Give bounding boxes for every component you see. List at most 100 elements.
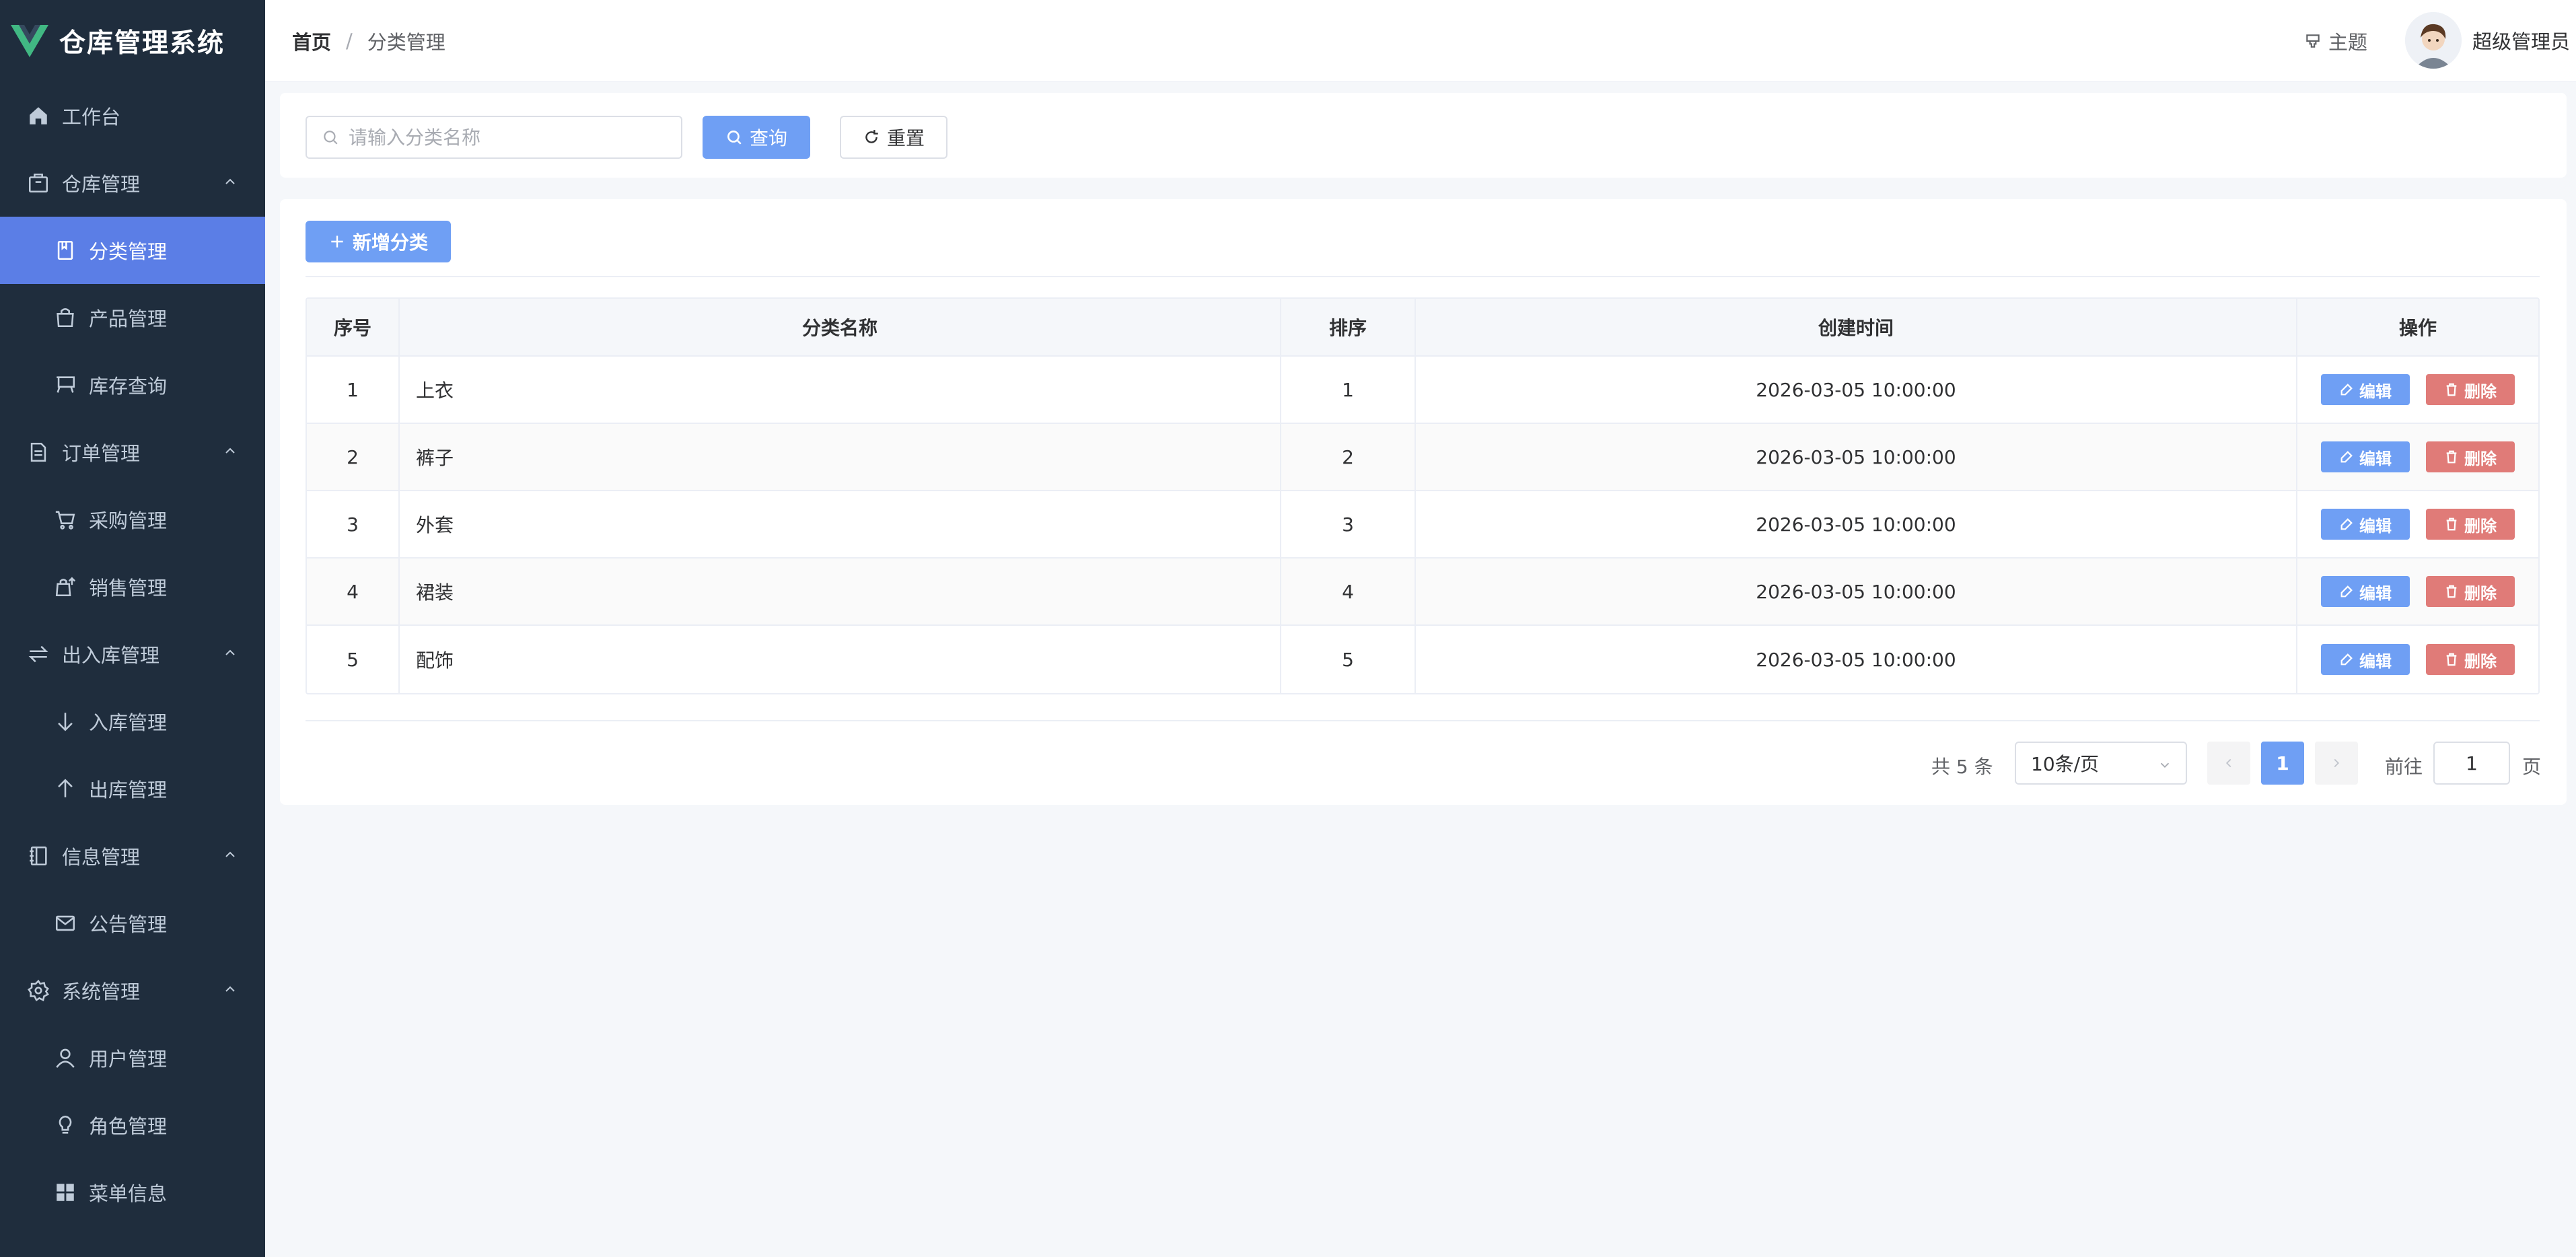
sidebar-item-label: 角色管理 (89, 1115, 168, 1138)
notebook-icon (27, 845, 50, 867)
table-row: 2 裤子 2 2026-03-05 10:00:00 编辑 删除 (307, 424, 2538, 491)
trash-icon (2446, 450, 2457, 464)
table-row: 1 上衣 1 2026-03-05 10:00:00 编辑 删除 (307, 357, 2538, 424)
top-header: 首页 / 分类管理 主题 超级管理员 (265, 0, 2576, 82)
shopping-cart-icon (54, 508, 77, 531)
delete-button[interactable]: 删除 (2426, 576, 2515, 607)
delete-label: 删除 (2464, 651, 2497, 671)
trash-icon (2446, 517, 2457, 531)
sidebar-item-label: 工作台 (62, 106, 121, 129)
document-icon (27, 441, 50, 464)
cell-created-time: 2026-03-05 10:00:00 (1416, 424, 2297, 490)
cell-actions: 编辑 删除 (2297, 626, 2538, 693)
sidebar-item-notice[interactable]: 公告管理 (0, 890, 265, 957)
bulb-icon (54, 1114, 77, 1137)
edit-icon (2340, 518, 2353, 530)
edit-button[interactable]: 编辑 (2321, 644, 2410, 675)
chevron-up-icon (225, 986, 235, 992)
sidebar-item-user[interactable]: 用户管理 (0, 1024, 265, 1091)
delete-button[interactable]: 删除 (2426, 644, 2515, 675)
sidebar-item-purchase[interactable]: 采购管理 (0, 486, 265, 553)
user-icon (54, 1046, 77, 1069)
edit-button[interactable]: 编辑 (2321, 441, 2410, 472)
cell-index: 2 (307, 424, 400, 490)
goto-page-input[interactable] (2433, 742, 2510, 785)
query-button[interactable]: 查询 (703, 116, 810, 159)
sidebar-group-info[interactable]: 信息管理 (0, 822, 265, 890)
sidebar-group-system[interactable]: 系统管理 (0, 957, 265, 1024)
add-category-button[interactable]: 新增分类 (306, 221, 451, 262)
cell-name: 配饰 (400, 626, 1281, 693)
chevron-up-icon (225, 447, 235, 454)
sidebar-group-order[interactable]: 订单管理 (0, 419, 265, 486)
theme-button[interactable]: 主题 (2304, 27, 2367, 55)
column-header: 创建时间 (1416, 299, 2297, 355)
cell-name: 上衣 (400, 357, 1281, 423)
cell-sort: 4 (1281, 559, 1416, 624)
trash-icon (2446, 383, 2457, 396)
edit-label: 编辑 (2359, 651, 2392, 671)
sidebar-item-sales[interactable]: 销售管理 (0, 553, 265, 620)
next-page-button[interactable] (2315, 742, 2358, 785)
sidebar-item-category[interactable]: 分类管理 (0, 217, 265, 284)
cell-sort: 5 (1281, 626, 1416, 693)
cell-index: 4 (307, 559, 400, 624)
sidebar-item-label: 菜单信息 (89, 1182, 168, 1205)
sidebar-item-label: 公告管理 (89, 913, 168, 936)
goto-unit-label: 页 (2522, 756, 2542, 778)
edit-icon (2340, 653, 2353, 666)
search-input[interactable] (349, 126, 672, 149)
sidebar-item-dashboard[interactable]: 工作台 (0, 82, 265, 149)
category-table: 序号 分类名称 排序 创建时间 操作 1 上衣 1 2026-03-05 10:… (306, 297, 2540, 694)
cell-name: 外套 (400, 491, 1281, 557)
plus-icon (331, 236, 343, 248)
table-row: 4 裙装 4 2026-03-05 10:00:00 编辑 删除 (307, 559, 2538, 626)
delete-label: 删除 (2464, 516, 2497, 536)
cell-created-time: 2026-03-05 10:00:00 (1416, 559, 2297, 624)
delete-label: 删除 (2464, 583, 2497, 603)
cell-created-time: 2026-03-05 10:00:00 (1416, 357, 2297, 423)
menu-grid-icon (54, 1181, 77, 1204)
edit-icon (2340, 384, 2353, 396)
sidebar-group-stock-io[interactable]: 出入库管理 (0, 620, 265, 688)
cell-actions: 编辑 删除 (2297, 559, 2538, 624)
page-number-button[interactable]: 1 (2261, 742, 2304, 785)
sidebar-item-inbound[interactable]: 入库管理 (0, 688, 265, 755)
sidebar-item-product[interactable]: 产品管理 (0, 284, 265, 351)
delete-button[interactable]: 删除 (2426, 509, 2515, 540)
delete-button[interactable]: 删除 (2426, 374, 2515, 405)
cell-actions: 编辑 删除 (2297, 357, 2538, 423)
divider (306, 276, 2540, 277)
edit-button[interactable]: 编辑 (2321, 509, 2410, 540)
sidebar-item-menu[interactable]: 菜单信息 (0, 1159, 265, 1226)
breadcrumb: 首页 / 分类管理 (292, 27, 445, 55)
delete-label: 删除 (2464, 382, 2497, 401)
reset-button[interactable]: 重置 (840, 116, 947, 159)
sidebar-item-inventory[interactable]: 库存查询 (0, 351, 265, 419)
column-header: 操作 (2398, 317, 2437, 339)
goto-label: 前往 (2385, 756, 2423, 778)
message-icon (54, 912, 77, 935)
reset-label: 重置 (886, 127, 925, 149)
pagination-total: 共 5 条 (1931, 756, 1993, 778)
sidebar-item-role[interactable]: 角色管理 (0, 1091, 265, 1159)
brush-icon (2306, 34, 2320, 48)
cell-created-time: 2026-03-05 10:00:00 (1416, 626, 2297, 693)
avatar (2405, 12, 2462, 69)
sidebar-item-outbound[interactable]: 出库管理 (0, 755, 265, 822)
theme-label: 主题 (2328, 31, 2368, 54)
breadcrumb-home[interactable]: 首页 (292, 27, 331, 55)
arrow-down-icon (54, 710, 77, 733)
prev-page-button[interactable] (2207, 742, 2250, 785)
search-field[interactable] (306, 116, 682, 159)
cart-icon (54, 373, 77, 396)
switch-icon (27, 643, 50, 666)
sidebar-group-warehouse[interactable]: 仓库管理 (0, 149, 265, 217)
delete-button[interactable]: 删除 (2426, 441, 2515, 472)
chevron-up-icon (225, 178, 235, 184)
edit-button[interactable]: 编辑 (2321, 374, 2410, 405)
edit-button[interactable]: 编辑 (2321, 576, 2410, 607)
page-size-select[interactable]: 10条/页 (2015, 742, 2187, 785)
cell-name: 裤子 (400, 424, 1281, 490)
user-menu[interactable]: 超级管理员 (2405, 12, 2570, 69)
